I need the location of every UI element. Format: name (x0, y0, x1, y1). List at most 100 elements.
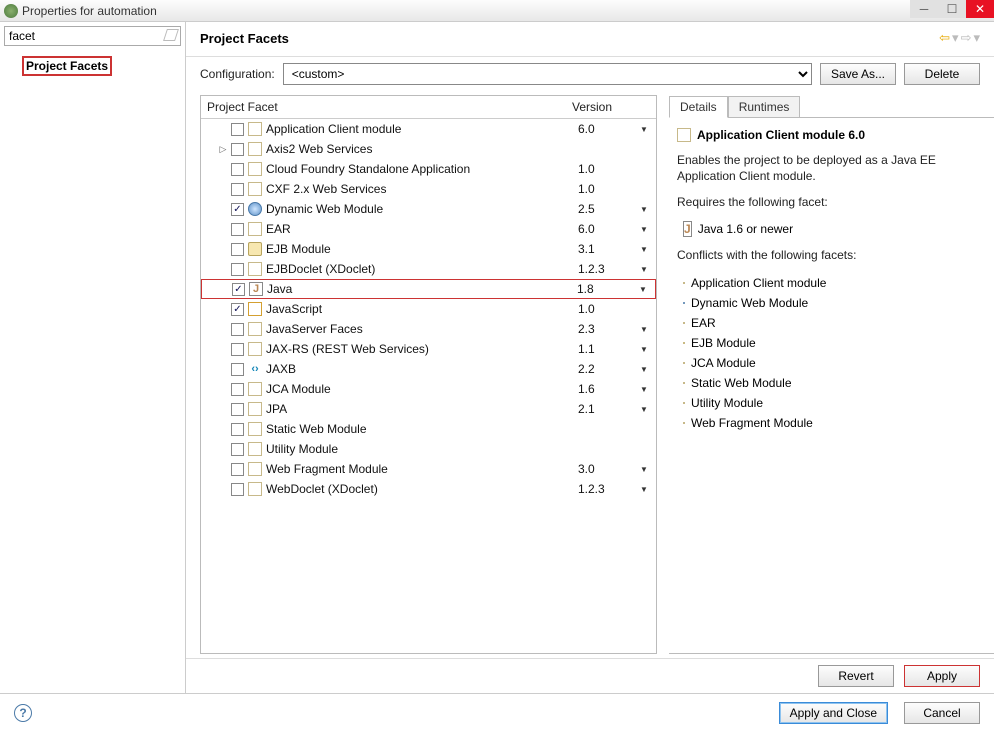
facet-version: 2.1 (578, 402, 634, 416)
facet-checkbox[interactable] (231, 183, 244, 196)
facet-row[interactable]: Static Web Module (201, 419, 656, 439)
version-dropdown-icon[interactable]: ▼ (634, 385, 654, 394)
details-panel: Details Runtimes Application Client modu… (669, 95, 994, 654)
file-icon (683, 382, 685, 384)
facet-header: Project Facet Version (201, 96, 656, 119)
facet-list[interactable]: Application Client module6.0▼▷Axis2 Web … (201, 119, 656, 653)
facet-row[interactable]: ✓Dynamic Web Module2.5▼ (201, 199, 656, 219)
version-dropdown-icon[interactable]: ▼ (634, 325, 654, 334)
conflict-item: Dynamic Web Module (683, 293, 986, 313)
facet-row[interactable]: Application Client module6.0▼ (201, 119, 656, 139)
facet-row[interactable]: ✓JavaScript1.0 (201, 299, 656, 319)
conflict-item: Static Web Module (683, 373, 986, 393)
details-title: Application Client module 6.0 (697, 128, 865, 142)
configuration-select[interactable]: <custom> (283, 63, 812, 85)
tab-details[interactable]: Details (669, 96, 728, 118)
conflict-item: EAR (683, 313, 986, 333)
facet-row[interactable]: WebDoclet (XDoclet)1.2.3▼ (201, 479, 656, 499)
facet-row[interactable]: JAX-RS (REST Web Services)1.1▼ (201, 339, 656, 359)
facet-row[interactable]: JPA2.1▼ (201, 399, 656, 419)
facet-checkbox[interactable] (231, 403, 244, 416)
conflict-item: Application Client module (683, 273, 986, 293)
facet-row[interactable]: Web Fragment Module3.0▼ (201, 459, 656, 479)
facet-version: 2.3 (578, 322, 634, 336)
facet-checkbox[interactable] (231, 163, 244, 176)
facet-checkbox[interactable]: ✓ (232, 283, 245, 296)
facet-row[interactable]: ‹›JAXB2.2▼ (201, 359, 656, 379)
facet-checkbox[interactable] (231, 383, 244, 396)
facet-row[interactable]: EAR6.0▼ (201, 219, 656, 239)
facet-version: 2.5 (578, 202, 634, 216)
facet-row[interactable]: EJB Module3.1▼ (201, 239, 656, 259)
facet-row[interactable]: EJBDoclet (XDoclet)1.2.3▼ (201, 259, 656, 279)
version-dropdown-icon[interactable]: ▼ (634, 405, 654, 414)
facet-row[interactable]: JCA Module1.6▼ (201, 379, 656, 399)
facet-checkbox[interactable] (231, 423, 244, 436)
facet-checkbox[interactable]: ✓ (231, 303, 244, 316)
version-dropdown-icon[interactable]: ▼ (634, 245, 654, 254)
version-dropdown-icon[interactable]: ▼ (633, 285, 653, 294)
help-icon[interactable]: ? (14, 704, 32, 722)
close-button[interactable]: ✕ (966, 0, 994, 18)
history-nav: ⇦ ▾ ⇨ ▾ (939, 30, 980, 46)
facet-row[interactable]: JavaServer Faces2.3▼ (201, 319, 656, 339)
expander-icon[interactable]: ▷ (217, 144, 229, 155)
facet-row[interactable]: Cloud Foundry Standalone Application1.0 (201, 159, 656, 179)
nav-project-facets[interactable]: Project Facets (22, 56, 112, 76)
facet-checkbox[interactable] (231, 343, 244, 356)
conflicts-label: Conflicts with the following facets: (677, 247, 986, 263)
version-dropdown-icon[interactable]: ▼ (634, 225, 654, 234)
facet-checkbox[interactable] (231, 263, 244, 276)
file-icon (248, 122, 262, 136)
file-icon (683, 362, 685, 364)
delete-button[interactable]: Delete (904, 63, 980, 85)
facet-checkbox[interactable] (231, 483, 244, 496)
col-version[interactable]: Version (566, 96, 636, 118)
maximize-button[interactable]: ☐ (938, 0, 966, 18)
bean-icon (683, 342, 685, 344)
cancel-button[interactable]: Cancel (904, 702, 980, 724)
facet-name: Cloud Foundry Standalone Application (266, 162, 578, 176)
version-dropdown-icon[interactable]: ▼ (634, 465, 654, 474)
file-icon (683, 422, 685, 424)
minimize-button[interactable]: ─ (910, 0, 938, 18)
file-icon (248, 162, 262, 176)
facet-version: 3.0 (578, 462, 634, 476)
version-dropdown-icon[interactable]: ▼ (634, 345, 654, 354)
configuration-label: Configuration: (200, 67, 275, 81)
apply-button[interactable]: Apply (904, 665, 980, 687)
back-menu-icon[interactable]: ▾ (952, 30, 959, 46)
version-dropdown-icon[interactable]: ▼ (634, 125, 654, 134)
facet-row[interactable]: CXF 2.x Web Services1.0 (201, 179, 656, 199)
tab-runtimes[interactable]: Runtimes (728, 96, 801, 118)
facet-checkbox[interactable] (231, 143, 244, 156)
facet-row[interactable]: Utility Module (201, 439, 656, 459)
version-dropdown-icon[interactable]: ▼ (634, 205, 654, 214)
version-dropdown-icon[interactable]: ▼ (634, 265, 654, 274)
mid-panes: Project Facet Version Application Client… (186, 91, 994, 658)
facet-checkbox[interactable] (231, 463, 244, 476)
forward-icon[interactable]: ⇨ (961, 30, 972, 46)
forward-menu-icon[interactable]: ▾ (973, 30, 980, 46)
jx-icon: ‹› (248, 362, 262, 376)
version-dropdown-icon[interactable]: ▼ (634, 365, 654, 374)
facet-row[interactable]: ✓JJava1.8▼ (201, 279, 656, 299)
facet-checkbox[interactable] (231, 363, 244, 376)
save-as-button[interactable]: Save As... (820, 63, 896, 85)
apply-and-close-button[interactable]: Apply and Close (779, 702, 888, 724)
facet-checkbox[interactable] (231, 323, 244, 336)
filter-input[interactable] (4, 26, 181, 46)
col-facet[interactable]: Project Facet (201, 96, 566, 118)
sidebar: Project Facets (0, 22, 186, 693)
back-icon[interactable]: ⇦ (939, 30, 950, 46)
version-dropdown-icon[interactable]: ▼ (634, 485, 654, 494)
facet-checkbox[interactable]: ✓ (231, 203, 244, 216)
facet-checkbox[interactable] (231, 243, 244, 256)
facet-name: JPA (266, 402, 578, 416)
file-icon (683, 282, 685, 284)
revert-button[interactable]: Revert (818, 665, 894, 687)
facet-checkbox[interactable] (231, 443, 244, 456)
facet-row[interactable]: ▷Axis2 Web Services (201, 139, 656, 159)
facet-checkbox[interactable] (231, 123, 244, 136)
facet-checkbox[interactable] (231, 223, 244, 236)
